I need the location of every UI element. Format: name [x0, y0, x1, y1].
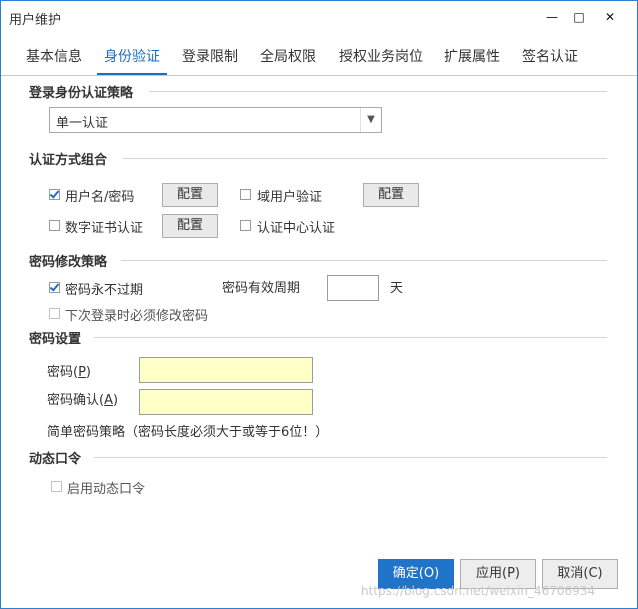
password-input[interactable] [139, 357, 313, 383]
username-password-checkbox[interactable] [49, 189, 60, 200]
section-divider [94, 457, 607, 458]
window-title: 用户维护 [9, 13, 62, 28]
tab-signature-auth[interactable]: 签名认证 [515, 41, 585, 74]
password-confirm-label: 密码确认(A) [47, 393, 119, 408]
must-change-label: 下次登录时必须修改密码 [65, 309, 209, 324]
section-divider [94, 337, 607, 338]
auth-methods-title: 认证方式组合 [29, 153, 108, 168]
digital-cert-label: 数字证书认证 [65, 221, 144, 236]
auth-policy-value: 单一认证 [56, 116, 109, 131]
tab-extended-attributes[interactable]: 扩展属性 [437, 41, 507, 74]
password-change-title: 密码修改策略 [29, 255, 108, 270]
auth-policy-select[interactable]: 单一认证 ▼ [49, 107, 382, 133]
validity-period-input[interactable] [327, 275, 379, 301]
watermark-text: https://blog.csdn.net/weixin_46706934 [361, 584, 596, 598]
password-label: 密码(P) [47, 365, 91, 380]
maximize-icon[interactable]: □ [568, 7, 590, 27]
auth-center-label: 认证中心认证 [257, 221, 336, 236]
domain-user-checkbox[interactable] [240, 189, 251, 200]
never-expire-checkbox[interactable] [49, 282, 60, 293]
tab-bar: 基本信息 身份验证 登录限制 全局权限 授权业务岗位 扩展属性 签名认证 [1, 41, 637, 76]
enable-dynamic-token-label: 启用动态口令 [67, 482, 146, 497]
must-change-checkbox[interactable] [49, 308, 60, 319]
tab-login-restriction[interactable]: 登录限制 [175, 41, 245, 74]
digital-cert-checkbox[interactable] [49, 220, 60, 231]
tab-identity-verification[interactable]: 身份验证 [97, 41, 167, 75]
user-maintenance-dialog: 用户维护 — □ ✕ 基本信息 身份验证 登录限制 全局权限 授权业务岗位 扩展… [0, 0, 638, 609]
auth-policy-title: 登录身份认证策略 [29, 86, 134, 101]
close-icon[interactable]: ✕ [599, 7, 621, 27]
tab-global-permission[interactable]: 全局权限 [253, 41, 323, 74]
domain-user-label: 域用户验证 [257, 190, 323, 205]
password-settings-title: 密码设置 [29, 332, 82, 347]
dynamic-token-title: 动态口令 [29, 452, 82, 467]
enable-dynamic-token-checkbox[interactable] [51, 481, 62, 492]
simple-password-policy-text: 简单密码策略（密码长度必须大于或等于6位！） [47, 425, 329, 440]
username-password-label: 用户名/密码 [65, 190, 135, 205]
domain-user-config-button[interactable]: 配置 [363, 183, 419, 207]
section-divider [123, 158, 607, 159]
never-expire-label: 密码永不过期 [65, 283, 144, 298]
minimize-icon[interactable]: — [541, 7, 563, 27]
title-bar: 用户维护 — □ ✕ [1, 1, 637, 33]
auth-center-checkbox[interactable] [240, 220, 251, 231]
tab-basic-info[interactable]: 基本信息 [19, 41, 89, 74]
digital-cert-config-button[interactable]: 配置 [162, 214, 218, 238]
validity-period-label: 密码有效周期 [222, 281, 301, 296]
section-divider [149, 91, 607, 92]
tab-authorized-business-post[interactable]: 授权业务岗位 [331, 41, 431, 74]
password-confirm-input[interactable] [139, 389, 313, 415]
section-divider [121, 260, 607, 261]
username-password-config-button[interactable]: 配置 [162, 183, 218, 207]
chevron-down-icon[interactable]: ▼ [360, 108, 381, 132]
day-unit-label: 天 [390, 281, 404, 296]
